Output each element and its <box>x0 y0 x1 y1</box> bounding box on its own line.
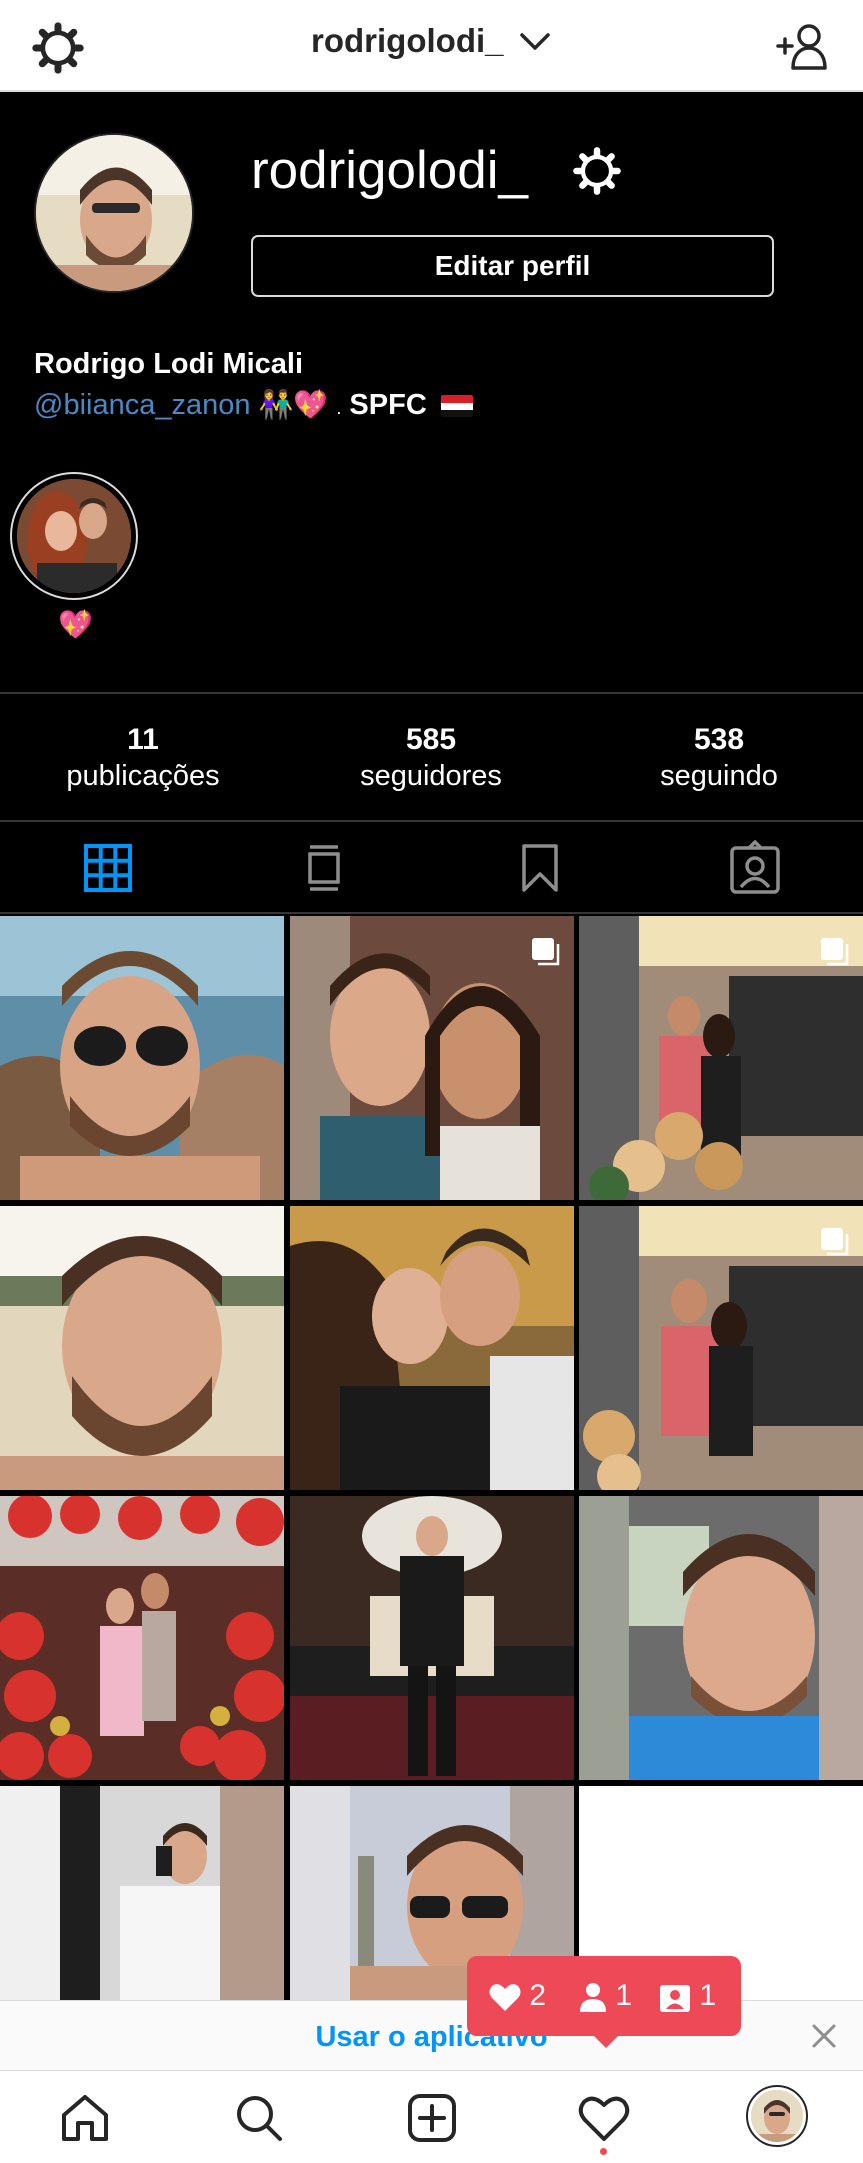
bio-emojis: 👫💖 <box>258 389 329 420</box>
popup-arrow <box>594 2036 618 2048</box>
close-icon[interactable] <box>809 2021 839 2051</box>
stat-following[interactable]: 538 seguindo <box>599 722 839 794</box>
notif-likes: 2 <box>489 1978 546 2014</box>
stat-posts-value: 11 <box>127 723 159 756</box>
post-balloons-party[interactable] <box>0 1496 284 1780</box>
multiple-photos-icon <box>532 938 560 966</box>
igtv-icon[interactable] <box>296 840 352 896</box>
heart-icon <box>489 1984 521 2012</box>
divider <box>0 692 863 694</box>
profile-full-name: Rodrigo Lodi Micali <box>34 348 304 380</box>
options-gear-icon[interactable] <box>571 145 623 197</box>
stat-posts-label: publicações <box>66 760 220 792</box>
tagged-person-icon <box>660 1985 690 2013</box>
stat-followers-label: seguidores <box>360 760 502 792</box>
new-post-icon[interactable] <box>405 2091 459 2145</box>
bio-dot: . <box>336 398 342 418</box>
avatar-photo-small <box>751 2090 803 2142</box>
top-bar: rodrigolodi_ <box>0 0 863 92</box>
profile-username: rodrigolodi_ <box>251 141 528 200</box>
profile-bio: @biianca_zanon 👫💖 . SPFC <box>34 388 473 422</box>
notif-tags: 1 <box>659 1978 716 2014</box>
home-icon[interactable] <box>58 2091 112 2145</box>
highlight-label: 💖 <box>58 609 93 640</box>
notif-tags-count: 1 <box>699 1979 717 2012</box>
activity-heart-icon[interactable] <box>577 2091 631 2145</box>
notif-followers-count: 1 <box>615 1979 633 2012</box>
chevron-down-icon <box>520 33 550 50</box>
profile-page: rodrigolodi_ rodrigolodi_ Editar perfil … <box>0 0 863 2163</box>
stat-followers-value: 585 <box>405 723 457 756</box>
edit-profile-button[interactable]: Editar perfil <box>251 235 774 297</box>
tagged-icon[interactable] <box>727 840 783 896</box>
post-couple-selfie[interactable] <box>290 916 574 1200</box>
multiple-photos-icon <box>821 1228 849 1256</box>
post-beach-selfie[interactable] <box>0 1206 284 1490</box>
bottom-navigation <box>0 2070 863 2163</box>
post-beach-sunglasses[interactable] <box>0 916 284 1200</box>
stat-followers[interactable]: 585 seguidores <box>311 722 551 794</box>
post-couple-mirror[interactable] <box>579 916 863 1200</box>
highlight-cover <box>17 479 131 593</box>
profile-avatar-large[interactable] <box>34 133 194 293</box>
bio-team: SPFC <box>349 389 427 421</box>
add-person-icon[interactable] <box>775 20 833 72</box>
stat-following-label: seguindo <box>660 760 778 792</box>
search-icon[interactable] <box>232 2091 286 2145</box>
flag-icon <box>440 395 473 418</box>
account-switcher[interactable]: rodrigolodi_ <box>0 22 863 60</box>
bio-mention-link[interactable]: @biianca_zanon <box>34 389 250 421</box>
post-couple-mirror-2[interactable] <box>579 1206 863 1490</box>
multiple-photos-icon <box>821 938 849 966</box>
avatar-photo <box>36 135 192 291</box>
divider <box>0 820 863 822</box>
stat-following-value: 538 <box>693 723 745 756</box>
person-icon <box>580 1983 606 2013</box>
divider <box>0 912 863 914</box>
topbar-username: rodrigolodi_ <box>311 22 504 59</box>
story-highlight[interactable] <box>10 472 138 600</box>
notif-followers: 1 <box>579 1978 632 2014</box>
grid-icon[interactable] <box>80 840 136 896</box>
post-formal-suit[interactable] <box>290 1496 574 1780</box>
activity-dot <box>600 2148 607 2155</box>
activity-notification-popup[interactable]: 2 1 1 <box>467 1956 741 2048</box>
notif-likes-count: 2 <box>529 1979 547 2012</box>
post-couple-sunset[interactable] <box>290 1206 574 1490</box>
stat-posts: 11 publicações <box>23 722 263 794</box>
post-car-selfie[interactable] <box>579 1496 863 1780</box>
profile-avatar-nav[interactable] <box>746 2085 808 2147</box>
post-mirror-phone[interactable] <box>0 1786 284 2000</box>
saved-bookmark-icon[interactable] <box>512 840 568 896</box>
